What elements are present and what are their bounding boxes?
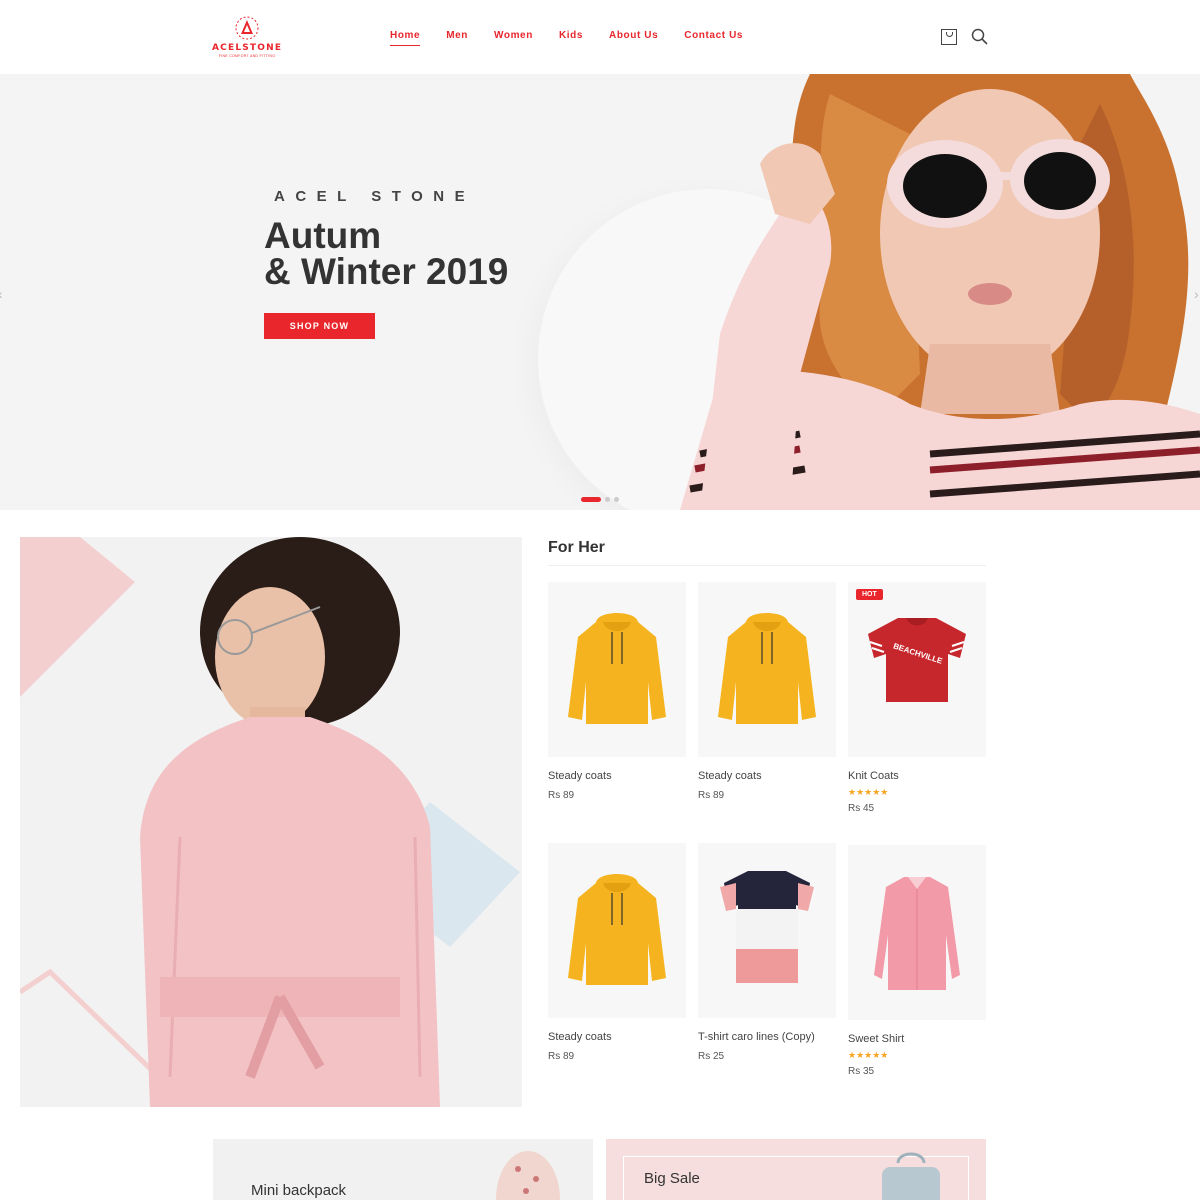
nav-men[interactable]: Men [446, 30, 468, 46]
product-card[interactable]: BEACHVILLE HOT Knit Coats ★★★★★ Rs 45 [848, 582, 986, 814]
banner-title: Big Sale [644, 1170, 700, 1187]
product-name[interactable]: Steady coats [548, 770, 686, 782]
product-image[interactable] [548, 843, 686, 1018]
yellow-hoodie-image [718, 613, 816, 724]
slider-dot[interactable] [614, 497, 619, 502]
product-image[interactable] [548, 582, 686, 757]
product-name[interactable]: Steady coats [548, 1031, 686, 1043]
product-card[interactable]: Steady coats Rs 89 [548, 843, 686, 1062]
product-image[interactable]: BEACHVILLE HOT [848, 582, 986, 757]
product-card[interactable]: Steady coats Rs 89 [698, 582, 836, 801]
product-card[interactable]: T-shirt caro lines (Copy) Rs 25 [698, 843, 836, 1062]
nav-about-us[interactable]: About Us [609, 30, 658, 46]
product-price: Rs 25 [698, 1051, 725, 1062]
product-card[interactable]: Sweet Shirt ★★★★★ Rs 35 [848, 845, 986, 1077]
hero-title-line2: & Winter 2019 [264, 251, 509, 292]
slider-dots [581, 497, 619, 502]
hero-title: Autum & Winter 2019 [264, 215, 509, 292]
product-price: Rs 89 [548, 1051, 575, 1062]
shopping-bag-icon[interactable] [941, 28, 957, 45]
product-price: Rs 89 [698, 790, 725, 801]
section-title-for-her: For Her [548, 539, 605, 556]
yellow-hoodie-image [568, 613, 666, 724]
yellow-hoodie-image [568, 874, 666, 985]
header-icons [941, 28, 988, 45]
slider-dot[interactable] [581, 497, 601, 502]
product-price: Rs 35 [848, 1066, 875, 1077]
logo-tagline: FINE COMFORT AND FITTING [218, 54, 276, 58]
product-name[interactable]: Knit Coats [848, 770, 986, 782]
site-header: ACELSTONE FINE COMFORT AND FITTING Home … [0, 0, 1200, 74]
shop-now-button[interactable]: SHOP NOW [264, 313, 375, 339]
section-divider [548, 565, 986, 566]
product-name[interactable]: T-shirt caro lines (Copy) [698, 1031, 836, 1043]
product-price: Rs 89 [548, 790, 575, 801]
hero-slider: ACEL STONE Autum & Winter 2019 SHOP NOW … [0, 74, 1200, 510]
hero-title-line1: Autum [264, 215, 382, 256]
slider-dot[interactable] [605, 497, 610, 502]
product-card[interactable]: Steady coats Rs 89 [548, 582, 686, 801]
search-icon[interactable] [971, 28, 988, 45]
hero-model-image [680, 74, 1200, 510]
product-name[interactable]: Steady coats [698, 770, 836, 782]
big-sale-banner[interactable]: Big Sale [606, 1139, 986, 1200]
model-illustration [20, 537, 520, 1107]
mini-backpack-banner[interactable]: Mini backpack [213, 1139, 593, 1200]
logo-name: ACELSTONE [212, 43, 283, 53]
hero-brand: ACEL STONE [274, 188, 476, 205]
rating-stars: ★★★★★ [848, 787, 889, 797]
main-nav: Home Men Women Kids About Us Contact Us [390, 30, 769, 46]
nav-contact-us[interactable]: Contact Us [684, 30, 743, 46]
rating-stars: ★★★★★ [848, 1050, 889, 1060]
slider-next-icon[interactable]: › [1194, 286, 1199, 302]
nav-home[interactable]: Home [390, 30, 421, 46]
hot-badge: HOT [856, 589, 883, 600]
logo[interactable]: ACELSTONE FINE COMFORT AND FITTING [212, 14, 282, 60]
product-image[interactable] [698, 582, 836, 757]
red-tshirt-image: BEACHVILLE [868, 618, 966, 702]
banner-title: Mini backpack [251, 1182, 347, 1199]
backpack-image [496, 1151, 560, 1200]
product-price: Rs 45 [848, 803, 875, 814]
bag-image [882, 1152, 940, 1200]
nav-women[interactable]: Women [494, 30, 533, 46]
slider-prev-icon[interactable]: ‹ [0, 286, 3, 302]
striped-tshirt-image [720, 871, 814, 983]
logo-emblem-icon [235, 16, 259, 40]
nav-kids[interactable]: Kids [559, 30, 583, 46]
product-image[interactable] [698, 843, 836, 1018]
product-name[interactable]: Sweet Shirt [848, 1033, 986, 1045]
feature-model-image [20, 537, 522, 1107]
pink-shirt-image [874, 877, 960, 990]
product-image[interactable] [848, 845, 986, 1020]
